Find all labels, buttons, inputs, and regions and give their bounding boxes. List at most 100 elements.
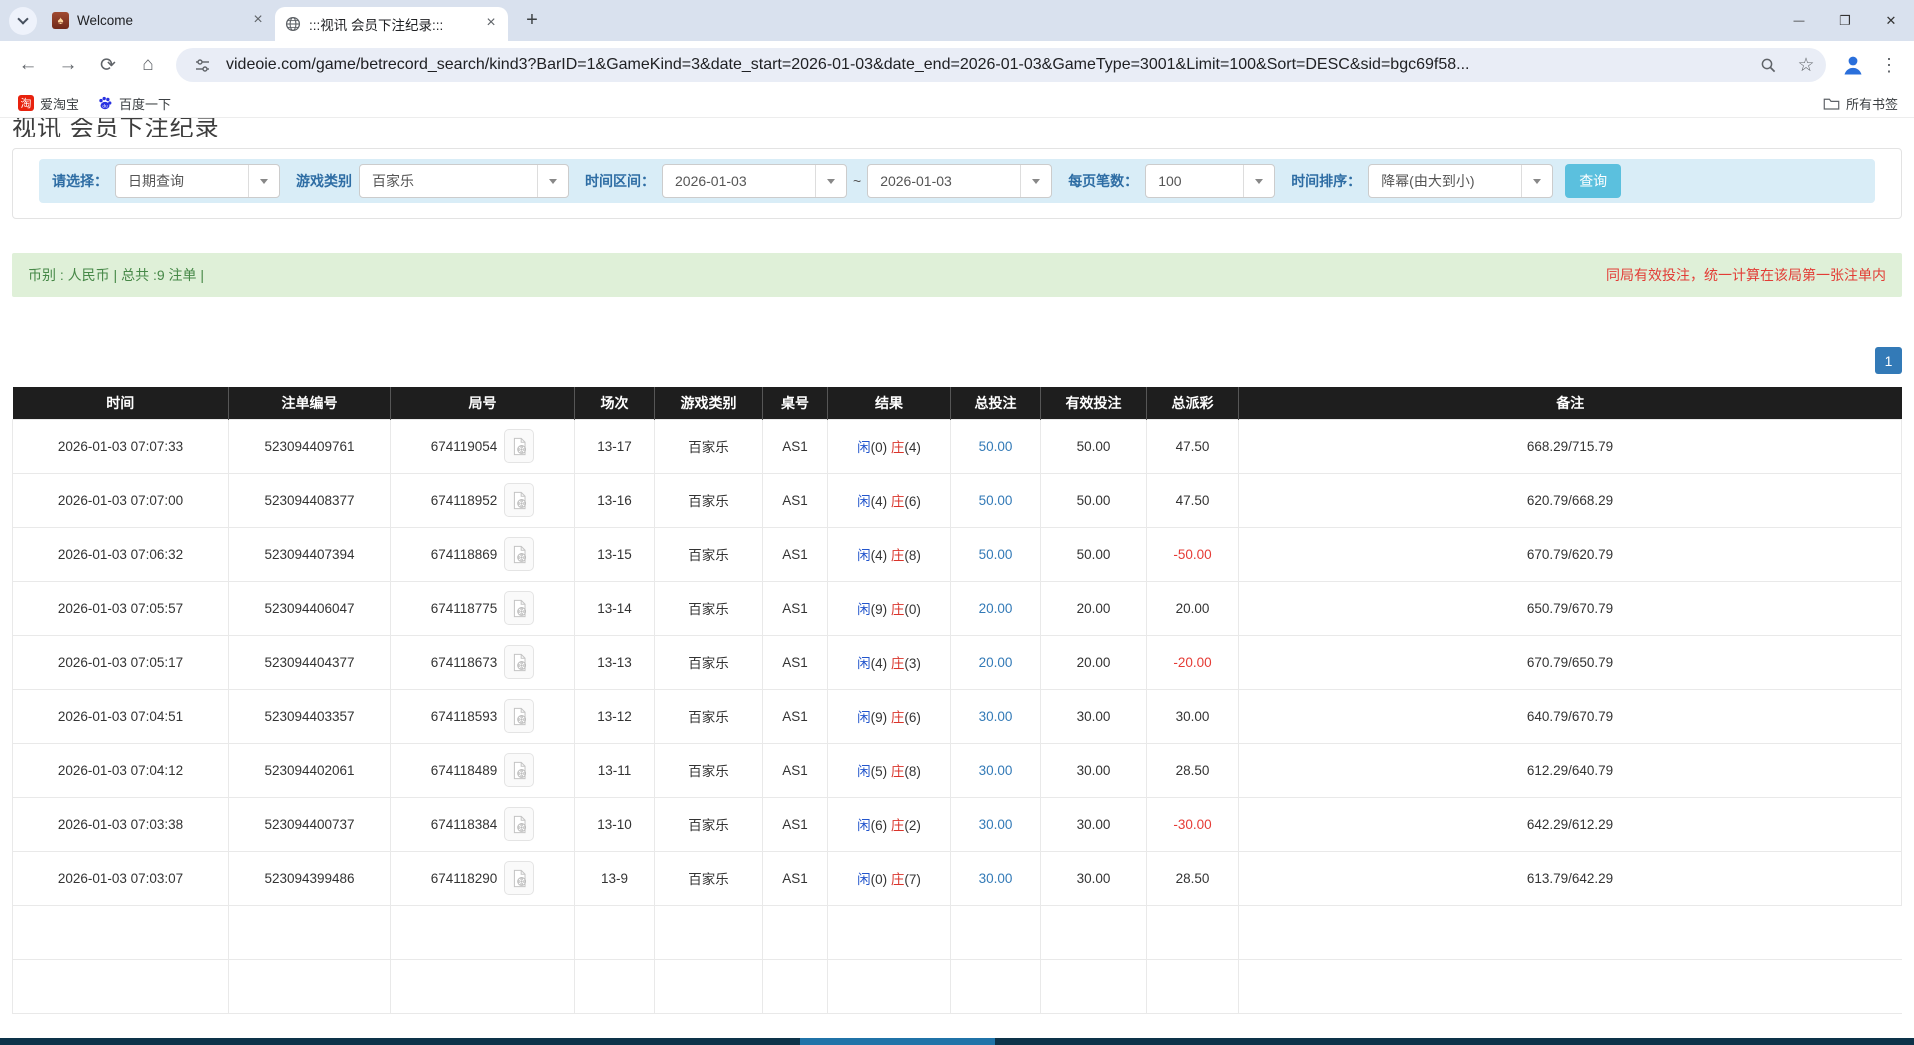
round-number: 674119054 xyxy=(431,439,498,454)
bookmark-star-icon[interactable]: ☆ xyxy=(1792,51,1820,79)
video-record-icon[interactable] xyxy=(504,645,534,679)
chevron-down-icon xyxy=(248,165,279,197)
back-icon[interactable]: ← xyxy=(10,47,46,83)
cell-valid-bet: 30.00 xyxy=(1041,689,1147,743)
video-record-icon[interactable] xyxy=(504,753,534,787)
video-record-icon[interactable] xyxy=(504,861,534,895)
total-bet-link[interactable]: 30.00 xyxy=(979,817,1013,832)
video-record-icon[interactable] xyxy=(504,429,534,463)
window-maximize-button[interactable]: ❐ xyxy=(1822,0,1868,41)
total-bet-link[interactable]: 30.00 xyxy=(979,709,1013,724)
close-icon[interactable]: × xyxy=(249,12,267,30)
result-player: 闲 xyxy=(857,872,871,887)
cell-time: 2026-01-03 07:05:57 xyxy=(13,581,229,635)
sort-select[interactable]: 降幂(由大到小) xyxy=(1368,164,1553,198)
cell-valid-bet: 30.00 xyxy=(1041,743,1147,797)
total-bet-link[interactable]: 20.00 xyxy=(979,601,1013,616)
avatar[interactable] xyxy=(1836,48,1870,82)
zoom-icon[interactable] xyxy=(1754,51,1782,79)
date-start-select[interactable]: 2026-01-03 xyxy=(662,164,847,198)
query-button[interactable]: 查询 xyxy=(1565,164,1621,198)
tab-welcome[interactable]: ♠ Welcome × xyxy=(42,4,275,38)
url-text[interactable]: videoie.com/game/betrecord_search/kind3?… xyxy=(226,56,1744,74)
total-bet-link[interactable]: 50.00 xyxy=(979,439,1013,454)
table-row: 2026-01-03 07:07:00523094408377674118952… xyxy=(13,473,1902,527)
subtotal-row-cell: 小计 xyxy=(13,905,229,959)
subtotal-row-cell xyxy=(763,905,828,959)
bookmarks-bar: 淘 爱淘宝 du 百度一下 所有书签 xyxy=(0,89,1914,118)
bookmark-baidu[interactable]: du 百度一下 xyxy=(91,92,177,115)
cell-total-bet: 30.00 xyxy=(951,743,1041,797)
cell-round: 674118869 xyxy=(391,527,575,581)
query-type-select[interactable]: 日期查询 xyxy=(115,164,280,198)
cell-remark: 670.79/620.79 xyxy=(1239,527,1902,581)
result-banker: 庄 xyxy=(891,440,905,455)
cell-remark: 650.79/670.79 xyxy=(1239,581,1902,635)
cell-time: 2026-01-03 07:04:12 xyxy=(13,743,229,797)
total-row-cell xyxy=(1239,959,1902,1013)
tab-search-button[interactable] xyxy=(9,7,37,35)
payout-value: 28.50 xyxy=(1176,763,1210,778)
browser-menu-icon[interactable]: ⋮ xyxy=(1874,55,1904,76)
total-bet-link[interactable]: 30.00 xyxy=(979,763,1013,778)
date-end-select[interactable]: 2026-01-03 xyxy=(867,164,1052,198)
total-row-cell xyxy=(828,959,951,1013)
globe-icon xyxy=(285,16,301,32)
pagination-page-1-top[interactable]: 1 xyxy=(1875,347,1902,374)
cell-result: 闲(5) 庄(8) xyxy=(828,743,951,797)
video-record-icon[interactable] xyxy=(504,699,534,733)
total-row-cell xyxy=(391,959,575,1013)
cell-session: 13-9 xyxy=(575,851,655,905)
video-record-icon[interactable] xyxy=(504,537,534,571)
tab-title: Welcome xyxy=(77,13,241,28)
column-header: 时间 xyxy=(13,387,229,419)
column-header: 桌号 xyxy=(763,387,828,419)
close-icon[interactable]: × xyxy=(482,15,500,33)
cell-total-bet: 30.00 xyxy=(951,851,1041,905)
round-number: 674118952 xyxy=(431,493,498,508)
round-number: 674118775 xyxy=(431,601,498,616)
home-icon[interactable]: ⌂ xyxy=(130,47,166,83)
video-record-icon[interactable] xyxy=(504,807,534,841)
table-row: 2026-01-03 07:03:07523094399486674118290… xyxy=(13,851,1902,905)
table-row: 2026-01-03 07:05:17523094404377674118673… xyxy=(13,635,1902,689)
total-bet-link[interactable]: 50.00 xyxy=(979,547,1013,562)
video-record-icon[interactable] xyxy=(504,483,534,517)
per-page-label: 每页笔数： xyxy=(1068,171,1138,191)
cell-valid-bet: 50.00 xyxy=(1041,419,1147,473)
total-bet-link[interactable]: 50.00 xyxy=(979,493,1013,508)
payout-value: -50.00 xyxy=(1173,547,1211,562)
date-range-label: 时间区间： xyxy=(585,171,655,191)
all-bookmarks-button[interactable]: 所有书签 xyxy=(1817,92,1902,115)
cell-time: 2026-01-03 07:05:17 xyxy=(13,635,229,689)
game-kind-select[interactable]: 百家乐 xyxy=(359,164,569,198)
url-bar[interactable]: videoie.com/game/betrecord_search/kind3?… xyxy=(176,48,1826,82)
cell-valid-bet: 30.00 xyxy=(1041,851,1147,905)
cell-round: 674118775 xyxy=(391,581,575,635)
window-minimize-button[interactable]: — xyxy=(1776,0,1822,41)
cell-table-number: AS1 xyxy=(763,689,828,743)
cell-game-kind: 百家乐 xyxy=(655,797,763,851)
cell-remark: 642.29/612.29 xyxy=(1239,797,1902,851)
tab-strip: ♠ Welcome × :::视讯 会员下注纪录::: × + — ❐ ✕ xyxy=(0,0,1914,41)
forward-icon[interactable]: → xyxy=(50,47,86,83)
reload-icon[interactable]: ⟳ xyxy=(90,47,126,83)
bookmark-taobao[interactable]: 淘 爱淘宝 xyxy=(12,92,85,115)
subtotal-row-cell: 310.00 xyxy=(951,905,1041,959)
cell-session: 13-14 xyxy=(575,581,655,635)
cell-payout: -20.00 xyxy=(1147,635,1239,689)
cell-total-bet: 50.00 xyxy=(951,419,1041,473)
video-record-icon[interactable] xyxy=(504,591,534,625)
cell-bet-id: 523094402061 xyxy=(229,743,391,797)
total-bet-link[interactable]: 20.00 xyxy=(979,655,1013,670)
per-page-select[interactable]: 100 xyxy=(1145,164,1275,198)
cell-game-kind: 百家乐 xyxy=(655,581,763,635)
cell-round: 674118384 xyxy=(391,797,575,851)
subtotal-row-cell xyxy=(1239,905,1902,959)
cell-time: 2026-01-03 07:03:07 xyxy=(13,851,229,905)
tune-icon[interactable] xyxy=(188,51,216,79)
total-bet-link[interactable]: 30.00 xyxy=(979,871,1013,886)
new-tab-button[interactable]: + xyxy=(518,7,546,35)
window-close-button[interactable]: ✕ xyxy=(1868,0,1914,41)
tab-bet-records[interactable]: :::视讯 会员下注纪录::: × xyxy=(275,7,508,41)
